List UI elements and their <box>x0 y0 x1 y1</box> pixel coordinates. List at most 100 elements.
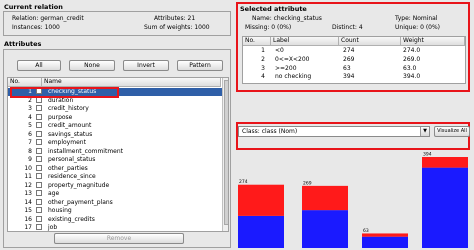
cell-no: 1 <box>261 47 265 54</box>
row-number: 13 <box>24 190 32 197</box>
label-stats-rows: 1 <0 274 274.0 2 0<=X<200 269 269.0 3 >=200 63 63.0… <box>243 47 465 83</box>
table-row[interactable]: 17 job <box>8 224 222 231</box>
row-checkbox[interactable] <box>36 130 42 137</box>
row-number: 16 <box>24 215 32 223</box>
table-row[interactable]: 9 personal_status <box>8 156 222 164</box>
table-row[interactable]: 6 savings_status <box>8 130 222 139</box>
row-number: 12 <box>24 181 32 189</box>
table-row[interactable]: 8 installment_commitment <box>8 147 222 156</box>
invert-button[interactable]: Invert <box>123 60 169 71</box>
attr-distinct: Distinct: 4 <box>332 24 363 31</box>
attribute-name: residence_since <box>48 173 96 180</box>
all-button[interactable]: All <box>17 60 61 71</box>
attr-missing: Missing: 0 (0%) <box>245 24 292 31</box>
row-checkbox[interactable] <box>36 207 42 213</box>
attribute-name: personal_status <box>48 156 96 163</box>
chart-svg: 274 269 63 394 <box>238 152 468 248</box>
row-checkbox[interactable] <box>36 164 42 171</box>
attribute-name: installment_commitment <box>48 147 124 155</box>
pattern-button[interactable]: Pattern <box>177 60 223 71</box>
cell-label: 0<=X<200 <box>275 55 310 63</box>
cell-label: no checking <box>275 73 312 81</box>
scrollbar-thumb[interactable] <box>224 80 228 225</box>
remove-button[interactable]: Remove <box>54 233 184 244</box>
label-stats-table: No. Label Count Weight 1 <0 274 274.0 2 0<=X<… <box>242 36 466 84</box>
attr-name: Name: checking_status <box>252 15 322 22</box>
row-number: 17 <box>24 224 32 231</box>
col-header-count[interactable]: Count <box>339 37 401 46</box>
relation-label: Relation: german_credit <box>12 15 84 22</box>
class-select[interactable]: Class: class (Nom) ▼ <box>238 126 430 137</box>
attributes-table: No. Name 1 checking_status 2 duration 3 credi… <box>7 77 229 232</box>
table-row[interactable]: 4 purpose <box>8 113 222 122</box>
attribute-name: job <box>48 224 58 231</box>
table-row[interactable]: 10 other_parties <box>8 164 222 173</box>
chevron-down-icon[interactable]: ▼ <box>420 127 429 136</box>
bar-red-4 <box>422 157 468 168</box>
row-number: 8 <box>28 147 32 155</box>
attribute-name: housing <box>48 207 72 214</box>
cell-count: 274 <box>343 47 355 54</box>
table-row[interactable]: 11 residence_since <box>8 173 222 181</box>
attr-type: Type: Nominal <box>395 15 438 22</box>
attribute-name: age <box>48 190 60 197</box>
table-row[interactable]: 7 employment <box>8 139 222 147</box>
none-button[interactable]: None <box>69 60 115 71</box>
col-header-no[interactable]: No. <box>8 78 42 87</box>
attribute-name: purpose <box>48 113 73 121</box>
attribute-name: credit_history <box>48 105 89 112</box>
row-checkbox[interactable] <box>36 113 42 120</box>
row-checkbox[interactable] <box>36 139 42 145</box>
table-row[interactable]: 5 credit_amount <box>8 122 222 130</box>
cell-weight: 269.0 <box>403 55 421 63</box>
cell-label: <0 <box>275 47 284 54</box>
table-row[interactable]: 16 existing_credits <box>8 215 222 224</box>
row-checkbox[interactable] <box>36 224 42 230</box>
row-number: 3 <box>28 105 32 112</box>
row-checkbox[interactable] <box>36 190 42 196</box>
table-row[interactable]: 3 >=200 63 63.0 <box>243 65 465 73</box>
checking-status-highlight <box>10 87 119 98</box>
class-distribution-chart: 274 269 63 394 <box>238 150 470 248</box>
bar-red-2 <box>302 185 348 211</box>
table-row[interactable]: 14 other_payment_plans <box>8 198 222 207</box>
cell-label: >=200 <box>275 64 297 72</box>
table-row[interactable]: 2 0<=X<200 269 269.0 <box>243 56 465 64</box>
table-row[interactable]: 1 <0 274 274.0 <box>243 47 465 55</box>
bar-total-label: 269 <box>303 180 312 186</box>
attributes-title: Attributes <box>4 40 42 48</box>
current-relation-title: Current relation <box>4 3 63 11</box>
row-checkbox[interactable] <box>36 198 42 205</box>
col-header-label[interactable]: Label <box>271 37 339 46</box>
cell-weight: 63.0 <box>403 64 417 72</box>
table-row[interactable]: 12 property_magnitude <box>8 181 222 190</box>
row-checkbox[interactable] <box>36 181 42 188</box>
row-number: 4 <box>28 113 32 121</box>
row-checkbox[interactable] <box>36 156 42 162</box>
attribute-name: savings_status <box>48 130 93 138</box>
row-checkbox[interactable] <box>36 215 42 222</box>
class-select-value: Class: class (Nom) <box>242 128 298 135</box>
col-header-weight[interactable]: Weight <box>401 37 465 46</box>
row-checkbox[interactable] <box>36 105 42 111</box>
col-header-name[interactable]: Name <box>42 78 221 87</box>
attribute-name: other_parties <box>48 164 88 172</box>
col-header-no[interactable]: No. <box>243 37 271 46</box>
sum-of-weights: Sum of weights: 1000 <box>144 24 210 31</box>
table-row[interactable]: 4 no checking 394 394.0 <box>243 73 465 81</box>
row-checkbox[interactable] <box>36 147 42 154</box>
row-checkbox[interactable] <box>36 173 42 179</box>
cell-no: 2 <box>261 55 265 63</box>
bar-total-label: 394 <box>423 152 432 158</box>
attributes-scrollbar[interactable] <box>222 78 228 231</box>
attribute-name: other_payment_plans <box>48 198 113 206</box>
cell-weight: 394.0 <box>403 73 421 81</box>
attribute-name: existing_credits <box>48 215 95 223</box>
table-row[interactable]: 3 credit_history <box>8 105 222 113</box>
row-checkbox[interactable] <box>36 122 42 128</box>
attribute-name: employment <box>48 139 86 146</box>
table-row[interactable]: 13 age <box>8 190 222 198</box>
visualize-all-button[interactable]: Visualize All <box>434 126 470 137</box>
table-row[interactable]: 15 housing <box>8 207 222 215</box>
cell-count: 63 <box>343 64 351 72</box>
